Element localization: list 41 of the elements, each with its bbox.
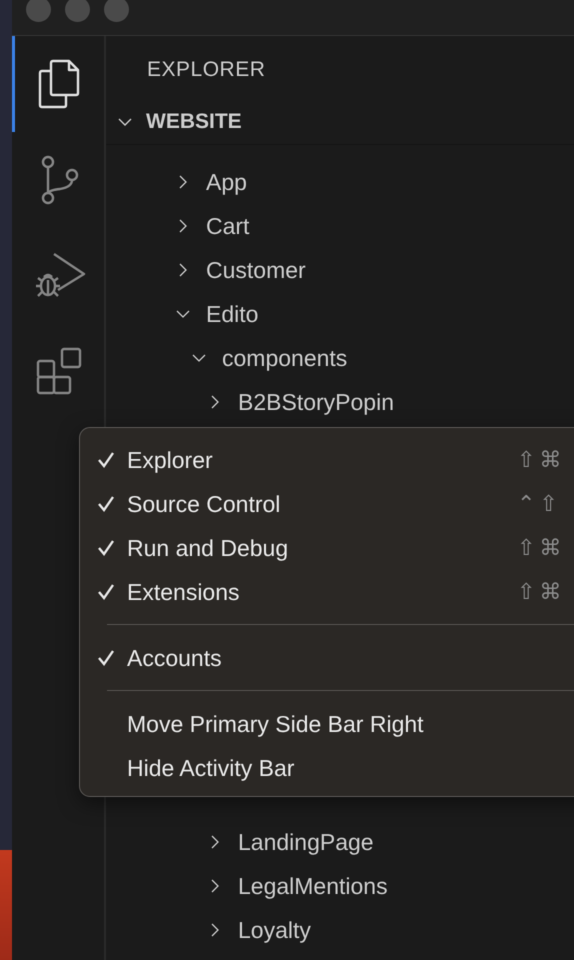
folder-name: B2BStoryPopin xyxy=(238,388,394,416)
folder-name: App xyxy=(206,168,247,196)
menu-item-label: Hide Activity Bar xyxy=(127,754,294,782)
menu-item[interactable]: Accounts xyxy=(80,636,574,680)
menu-item[interactable]: Explorer ⇧⌘ xyxy=(80,438,574,482)
menu-item-label: Explorer xyxy=(127,446,213,474)
menu-item[interactable]: Source Control ⌃⇧ xyxy=(80,482,574,526)
tree-item[interactable]: LandingPage xyxy=(106,820,574,864)
tree-item[interactable]: components xyxy=(106,336,574,380)
tree-item[interactable]: B2BStoryPopin xyxy=(106,380,574,424)
folder-name: LandingPage xyxy=(238,828,374,856)
menu-item[interactable]: Hide Activity Bar xyxy=(80,746,574,790)
folder-name: components xyxy=(222,344,348,372)
menu-item[interactable]: Extensions ⇧⌘ xyxy=(80,570,574,614)
shortcut-keys: ⇧⌘ xyxy=(517,447,566,473)
menu-item-label: Extensions xyxy=(127,578,240,606)
tree-item[interactable]: App xyxy=(106,160,574,204)
menu-item[interactable]: Move Primary Side Bar Right xyxy=(80,702,574,746)
folder-name: Cart xyxy=(206,212,250,240)
tree-item[interactable]: Cart xyxy=(106,204,574,248)
shortcut-keys: ⇧⌘ xyxy=(517,579,566,605)
folder-name: Edito xyxy=(206,300,258,328)
tree-item[interactable]: Edito xyxy=(106,292,574,336)
extensions-icon xyxy=(36,347,84,397)
menu-item-label: Move Primary Side Bar Right xyxy=(127,710,424,738)
menu-item[interactable]: Run and Debug ⇧⌘ xyxy=(80,526,574,570)
files-icon xyxy=(38,59,82,109)
tree-item[interactable]: LegalMentions xyxy=(106,864,574,908)
tree-item[interactable]: Customer xyxy=(106,248,574,292)
menu-item-label: Accounts xyxy=(127,644,222,672)
tree-item[interactable]: Loyalty xyxy=(106,908,574,952)
menu-item-label: Run and Debug xyxy=(127,534,288,562)
section-header[interactable]: WEBSITE xyxy=(106,100,574,145)
source-control-icon xyxy=(40,155,80,205)
folder-name: Loyalty xyxy=(238,916,311,944)
folder-name: LegalMentions xyxy=(238,872,388,900)
shortcut-keys: ⇧⌘ xyxy=(517,535,566,561)
folder-name: Customer xyxy=(206,256,306,284)
sidebar-title: EXPLORER xyxy=(146,57,266,83)
shortcut-keys: ⌃⇧ xyxy=(517,491,562,517)
menu-item-label: Source Control xyxy=(127,490,280,518)
